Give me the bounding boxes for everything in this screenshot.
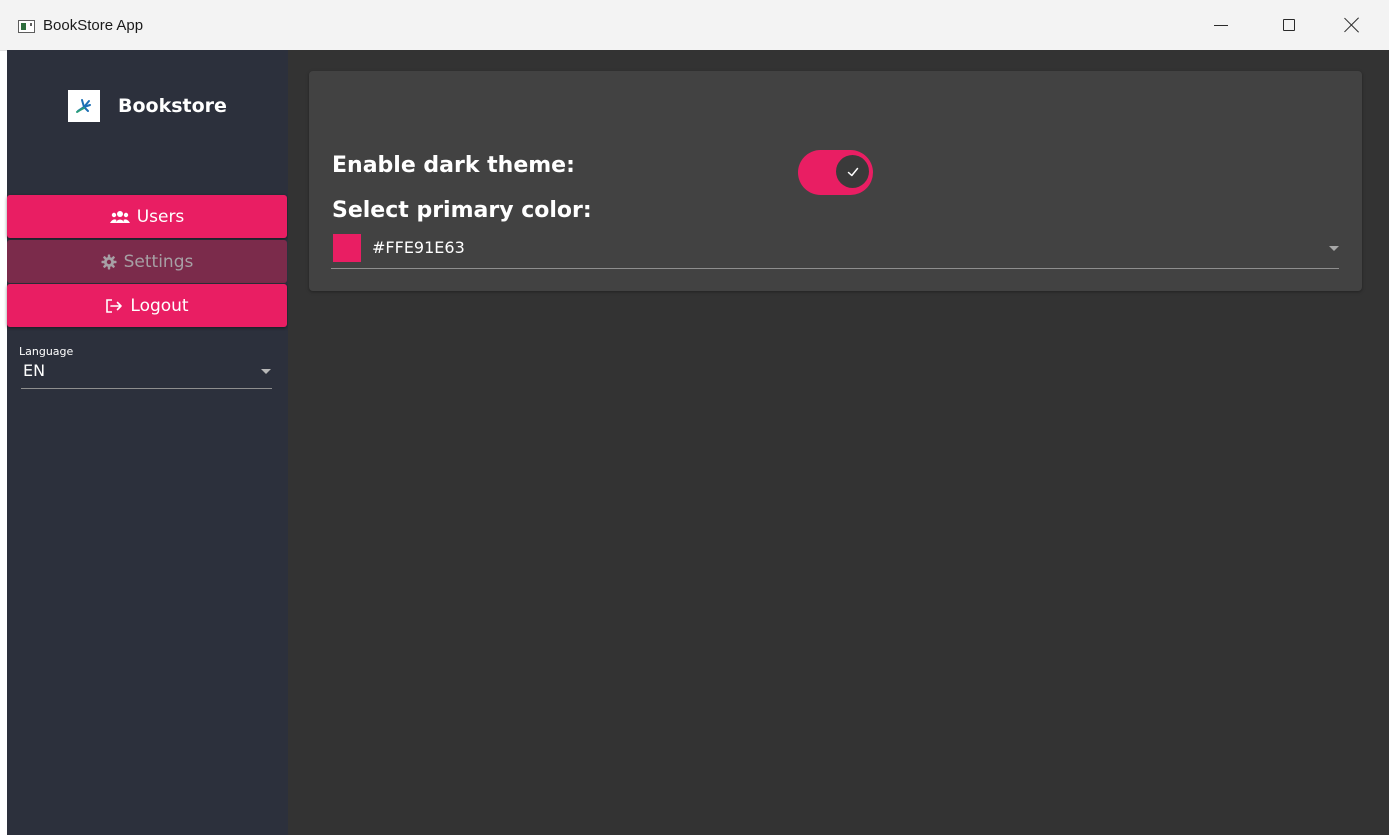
primary-color-value[interactable]: #FFE91E63 [372,238,465,257]
sidebar-item-label: Users [136,206,185,227]
toggle-knob [836,155,869,188]
minimize-icon [1214,24,1228,26]
bookstore-logo-icon [68,90,100,122]
color-swatch [333,234,361,262]
brand: Bookstore [68,90,227,122]
users-icon [109,210,130,224]
sidebar-item-label: Logout [130,295,189,316]
check-icon [847,167,858,176]
sidebar-item-label: Settings [123,251,194,272]
maximize-button[interactable] [1260,0,1318,50]
primary-color-label: Select primary color: [332,198,592,223]
sidebar-item-users[interactable]: Users [7,195,287,238]
sidebar-item-logout[interactable]: Logout [7,284,287,327]
main-content: Enable dark theme: Select primary color:… [288,50,1389,835]
app-icon [18,20,35,33]
logout-icon [105,298,123,314]
settings-card: Enable dark theme: Select primary color:… [309,71,1362,291]
chevron-down-icon[interactable] [1329,246,1339,251]
app-window: BookStore App Bookstore Users Settings L… [0,0,1389,835]
language-underline [21,388,272,389]
gear-icon [101,254,117,270]
sidebar-item-settings[interactable]: Settings [7,240,287,283]
minimize-button[interactable] [1192,0,1250,50]
close-icon [1344,17,1360,33]
brand-title: Bookstore [118,95,227,117]
sidebar: Bookstore Users Settings Logout Language… [7,50,288,835]
language-label: Language [19,345,74,358]
maximize-icon [1283,19,1295,31]
window-title: BookStore App [43,17,144,34]
title-bar[interactable]: BookStore App [0,0,1389,51]
color-select-underline [331,268,1339,269]
language-value[interactable]: EN [23,361,45,380]
chevron-down-icon[interactable] [261,369,271,374]
close-button[interactable] [1323,0,1381,50]
dark-theme-label: Enable dark theme: [332,153,575,178]
dark-theme-toggle[interactable] [798,150,873,195]
